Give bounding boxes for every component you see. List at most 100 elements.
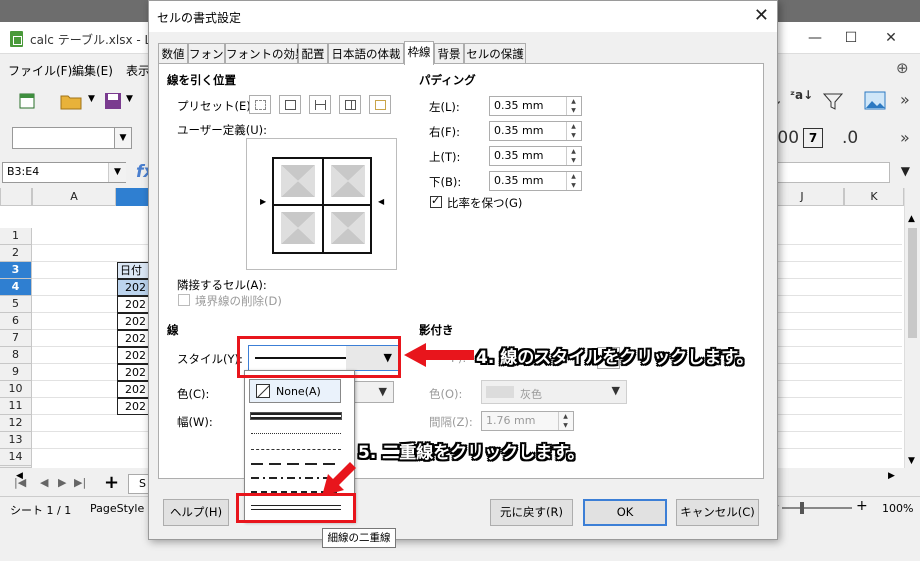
tab-font[interactable]: フォント [188, 43, 235, 64]
row-header[interactable]: 12 [0, 415, 32, 432]
row-header[interactable]: 8 [0, 347, 32, 364]
shadow-distance-input[interactable]: 1.76 mm [481, 411, 574, 431]
status-pagestyle: PageStyle [90, 502, 145, 515]
preset-outer-horizontal-button[interactable] [309, 95, 331, 114]
tab-alignment[interactable]: 配置 [298, 43, 328, 64]
menu-file[interactable]: ファイル(F) [8, 62, 72, 79]
zoom-slider-knob[interactable] [800, 502, 804, 514]
first-sheet-icon[interactable]: |◀ [14, 476, 26, 489]
open-folder-icon[interactable] [60, 92, 82, 110]
namebox-dropdown-icon[interactable]: ▼ [108, 163, 126, 182]
toolbar2-overflow-icon[interactable]: » [900, 128, 910, 147]
sort-az-icon[interactable]: ᶻa↓ [790, 88, 813, 102]
tab-font-effects[interactable]: フォントの効果 [225, 43, 307, 64]
preset-outer-button[interactable] [279, 95, 301, 114]
help-button[interactable]: ヘルプ(H) [163, 499, 229, 526]
save-dropdown-icon[interactable]: ▼ [126, 94, 133, 104]
toolbar-overflow-icon[interactable]: » [900, 90, 910, 109]
close-window-icon[interactable]: ✕ [876, 28, 906, 48]
cell-b7[interactable]: 202 [117, 330, 149, 347]
column-header-b[interactable] [116, 188, 148, 206]
cell-b5[interactable]: 202 [117, 296, 149, 313]
padding-left-input[interactable]: 0.35 mm [489, 96, 582, 116]
row-header[interactable]: 5 [0, 296, 32, 313]
vertical-scrollbar[interactable]: ▲ ▼ [904, 188, 920, 473]
formula-expand-icon[interactable]: ▼ [901, 164, 910, 178]
font-combo-dropdown-icon[interactable]: ▼ [114, 127, 132, 149]
line-style-dotted[interactable] [251, 433, 341, 434]
shadow-color-dropdown-icon[interactable]: ▼ [612, 384, 620, 397]
menu-view[interactable]: 表示 [126, 62, 150, 79]
tab-cell-protection[interactable]: セルの保護 [464, 43, 526, 64]
reset-button[interactable]: 元に戻す(R) [490, 499, 573, 526]
row-header[interactable]: 13 [0, 432, 32, 449]
scroll-down-icon[interactable]: ▼ [908, 456, 915, 466]
row-header[interactable]: 9 [0, 364, 32, 381]
row-header[interactable]: 1 [0, 228, 32, 245]
preset-outer-inner-button[interactable] [369, 95, 391, 114]
line-style-dashed-fine[interactable] [251, 449, 341, 450]
add-sheet-icon[interactable]: + [104, 472, 119, 493]
minimize-icon[interactable]: — [800, 28, 830, 48]
line-width-label: 幅(W): [177, 415, 213, 429]
zoom-level[interactable]: 100% [882, 502, 913, 515]
cell-b3[interactable]: 日付 [117, 262, 149, 279]
tab-asian-typography[interactable]: 日本語の体裁 [328, 43, 404, 64]
synchronize-checkbox[interactable] [430, 194, 442, 208]
menu-edit[interactable]: 編集(E) [72, 62, 113, 79]
maximize-icon[interactable]: ☐ [836, 28, 866, 48]
tab-number[interactable]: 数値 [158, 43, 188, 64]
cell-b9[interactable]: 202 [117, 364, 149, 381]
dialog-close-icon[interactable]: ✕ [754, 5, 769, 26]
preset-all-button[interactable] [339, 95, 361, 114]
tab-borders[interactable]: 枠線 [404, 41, 434, 65]
preset-none-button[interactable] [249, 95, 271, 114]
insert-image-icon[interactable] [864, 91, 886, 111]
zoom-in-icon[interactable]: + [856, 498, 868, 514]
globe-icon[interactable]: ⊕ [896, 59, 909, 77]
new-document-icon[interactable] [18, 92, 36, 110]
row-header[interactable]: 4 [0, 279, 32, 296]
zoom-slider[interactable] [782, 507, 852, 509]
cell-b6[interactable]: 202 [117, 313, 149, 330]
ok-button[interactable]: OK [583, 499, 667, 526]
padding-bottom-input[interactable]: 0.35 mm [489, 171, 582, 191]
row-header[interactable]: 14 [0, 449, 32, 466]
row-header[interactable]: 10 [0, 381, 32, 398]
autofilter-icon[interactable] [822, 92, 844, 110]
padding-right-input[interactable]: 0.35 mm [489, 121, 582, 141]
last-sheet-icon[interactable]: ▶| [74, 476, 86, 489]
cell-b8[interactable]: 202 [117, 347, 149, 364]
row-header[interactable]: 6 [0, 313, 32, 330]
cancel-button[interactable]: キャンセル(C) [676, 499, 759, 526]
number-format-icon[interactable]: 7 [803, 128, 823, 148]
scroll-thumb[interactable] [908, 228, 917, 338]
decimal-add-icon[interactable]: .0 [842, 128, 858, 148]
save-icon[interactable] [104, 92, 122, 110]
line-heading: 線 [167, 323, 179, 337]
sheet-tab[interactable]: S [128, 474, 150, 494]
scroll-right-icon[interactable]: ▶ [888, 471, 895, 481]
cell-b4[interactable]: 202 [117, 279, 149, 296]
prev-sheet-icon[interactable]: ◀ [40, 476, 48, 489]
line-color-dropdown-icon[interactable]: ▼ [379, 385, 387, 398]
remove-border-checkbox[interactable] [178, 294, 190, 306]
scroll-up-icon[interactable]: ▲ [908, 214, 915, 224]
select-all-corner[interactable] [0, 188, 32, 206]
color-none-item[interactable]: None(A) [249, 379, 341, 403]
row-header[interactable]: 7 [0, 330, 32, 347]
column-header-k[interactable]: K [844, 188, 904, 206]
open-dropdown-icon[interactable]: ▼ [88, 94, 95, 104]
row-header[interactable]: 11 [0, 398, 32, 415]
next-sheet-icon[interactable]: ▶ [58, 476, 66, 489]
line-style-thick-double[interactable] [251, 413, 341, 419]
padding-top-input[interactable]: 0.35 mm [489, 146, 582, 166]
tab-background[interactable]: 背景 [434, 43, 464, 64]
user-defined-preview[interactable]: ▶ ◀ [246, 138, 397, 270]
shadow-color-combo[interactable]: 灰色 ▼ [481, 380, 627, 404]
column-header-a[interactable]: A [32, 188, 116, 206]
cell-b11[interactable]: 202 [117, 398, 149, 415]
cell-b10[interactable]: 202 [117, 381, 149, 398]
row-header[interactable]: 3 [0, 262, 32, 279]
row-header[interactable]: 2 [0, 245, 32, 262]
